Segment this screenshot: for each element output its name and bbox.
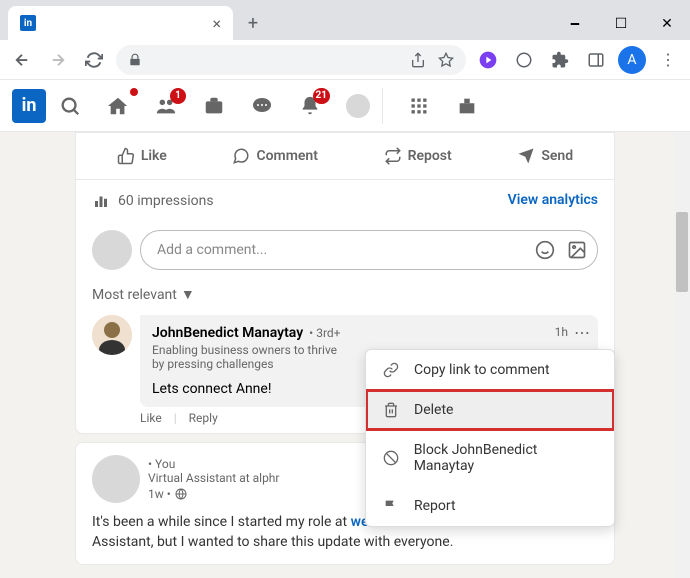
minimize-button[interactable]: 🗕: [552, 8, 598, 40]
scrollbar[interactable]: [674, 132, 690, 578]
trash-icon: [382, 402, 400, 418]
business-icon[interactable]: [455, 94, 479, 118]
linkedin-navbar: in 1 21: [0, 80, 690, 132]
forward-button[interactable]: [44, 46, 72, 74]
comment-menu-button[interactable]: ⋯: [574, 323, 590, 342]
comment-like-button[interactable]: Like: [140, 411, 162, 425]
comment-time: 1h: [555, 325, 568, 339]
commenter-avatar[interactable]: [92, 315, 132, 355]
send-label: Send: [541, 148, 573, 164]
maximize-button[interactable]: ☐: [598, 8, 644, 40]
sidepanel-icon[interactable]: [582, 46, 610, 74]
network-icon[interactable]: 1: [154, 94, 178, 118]
linkedin-favicon: in: [20, 15, 36, 31]
scroll-thumb[interactable]: [676, 212, 688, 292]
notifications-icon[interactable]: 21: [298, 94, 322, 118]
post-actions-row: Like Comment Repost Send: [76, 133, 614, 179]
back-button[interactable]: [8, 46, 36, 74]
profile-nav-icon[interactable]: [346, 94, 370, 118]
home-badge: [130, 88, 138, 96]
nav-divider: [382, 88, 383, 124]
content-area: Like Comment Repost Send: [0, 132, 690, 578]
repost-label: Repost: [408, 148, 452, 164]
commenter-title: Enabling business owners to thrive by pr…: [152, 343, 342, 371]
copy-link-item[interactable]: Copy link to comment: [366, 350, 614, 390]
share-icon[interactable]: [410, 52, 426, 68]
menu-icon[interactable]: ⋮: [654, 46, 682, 74]
extensions-puzzle-icon[interactable]: [546, 46, 574, 74]
reload-button[interactable]: [80, 46, 108, 74]
notifications-badge: 21: [313, 88, 330, 104]
apps-grid-icon[interactable]: [407, 94, 431, 118]
messaging-icon[interactable]: [250, 94, 274, 118]
url-bar[interactable]: [116, 45, 466, 75]
chart-icon: [92, 192, 110, 210]
sort-label: Most relevant: [92, 287, 177, 303]
comment-context-menu: Copy link to comment Delete Block JohnBe…: [365, 349, 615, 527]
linkedin-logo[interactable]: in: [12, 89, 46, 123]
divider: |: [174, 411, 177, 425]
commenter-name[interactable]: JohnBenedict Manaytay: [152, 325, 303, 341]
comment-input-row: Add a comment...: [76, 222, 614, 282]
comment-icon: [232, 147, 250, 165]
report-item[interactable]: Report: [366, 486, 614, 526]
connection-degree: • 3rd+: [309, 326, 340, 340]
lock-icon: [128, 53, 142, 67]
like-label: Like: [141, 148, 167, 164]
impressions-row: 60 impressions View analytics: [76, 179, 614, 222]
analytics-link[interactable]: View analytics: [508, 192, 598, 210]
tab-close-icon[interactable]: ×: [212, 14, 221, 33]
comment-reply-button[interactable]: Reply: [189, 411, 218, 425]
like-button[interactable]: Like: [109, 137, 175, 175]
jobs-icon[interactable]: [202, 94, 226, 118]
report-label: Report: [414, 498, 456, 514]
emoji-icon[interactable]: [535, 240, 555, 260]
repost-button[interactable]: Repost: [376, 137, 460, 175]
comment-label: Comment: [256, 148, 317, 164]
image-icon[interactable]: [567, 240, 587, 260]
delete-item[interactable]: Delete: [366, 390, 614, 430]
browser-toolbar: A ⋮: [0, 40, 690, 80]
link-icon: [382, 362, 400, 378]
profile-letter: A: [627, 52, 636, 68]
extension-icon-2[interactable]: [510, 46, 538, 74]
close-window-button[interactable]: ✕: [644, 8, 690, 40]
send-button[interactable]: Send: [509, 137, 581, 175]
window-controls: 🗕 ☐ ✕: [552, 8, 690, 40]
comment-placeholder: Add a comment...: [157, 242, 267, 258]
chevron-down-icon: ▼: [181, 286, 195, 303]
new-tab-button[interactable]: +: [239, 9, 267, 37]
post-author-avatar[interactable]: [92, 455, 140, 503]
send-icon: [517, 147, 535, 165]
comment-input[interactable]: Add a comment...: [140, 230, 598, 270]
profile-avatar[interactable]: A: [618, 46, 646, 74]
browser-tabstrip: in × + 🗕 ☐ ✕: [0, 0, 690, 40]
copy-link-label: Copy link to comment: [414, 362, 550, 378]
flag-icon: [382, 498, 400, 514]
network-badge: 1: [170, 88, 186, 104]
block-icon: [382, 450, 400, 466]
browser-tab[interactable]: in ×: [8, 6, 233, 40]
delete-label: Delete: [414, 402, 453, 418]
block-label: Block JohnBenedict Manaytay: [414, 442, 598, 474]
star-icon[interactable]: [438, 52, 454, 68]
repost-icon: [384, 147, 402, 165]
extension-play-icon[interactable]: [474, 46, 502, 74]
globe-icon: [175, 488, 187, 500]
comment-button[interactable]: Comment: [224, 137, 325, 175]
search-icon[interactable]: [58, 94, 82, 118]
sort-dropdown[interactable]: Most relevant ▼: [76, 282, 614, 315]
home-icon[interactable]: [106, 94, 130, 118]
impressions-text: 60 impressions: [118, 193, 214, 209]
block-item[interactable]: Block JohnBenedict Manaytay: [366, 430, 614, 486]
my-avatar[interactable]: [92, 230, 132, 270]
thumbs-up-icon: [117, 147, 135, 165]
